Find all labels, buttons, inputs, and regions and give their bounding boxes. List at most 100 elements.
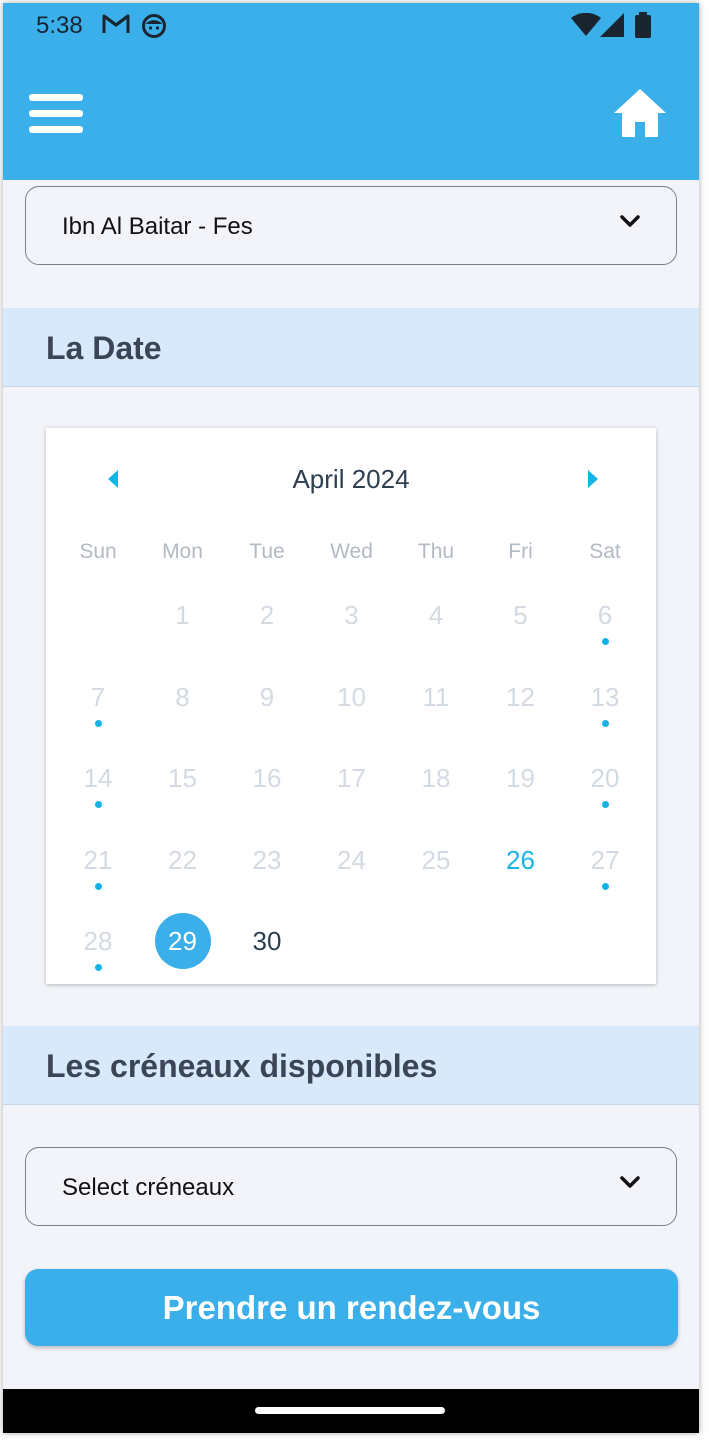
battery-icon xyxy=(635,12,651,43)
calendar-day-number: 27 xyxy=(590,844,620,875)
calendar-day-number: 15 xyxy=(168,763,197,793)
calendar-day-9: 9 xyxy=(225,662,309,732)
calendar-day-number: 24 xyxy=(337,844,366,875)
calendar-day-number: 7 xyxy=(90,681,106,712)
wifi-icon xyxy=(571,12,601,42)
weekday-label: Sun xyxy=(79,540,117,563)
calendar-day-26[interactable]: 26 xyxy=(479,825,563,895)
slots-section-header: Les créneaux disponibles xyxy=(3,1026,699,1105)
book-appointment-button[interactable]: Prendre un rendez-vous xyxy=(25,1269,678,1346)
date-section-title: La Date xyxy=(46,330,162,366)
calendar-day-14: 14 xyxy=(56,743,140,813)
slots-section-title: Les créneaux disponibles xyxy=(46,1048,438,1084)
calendar-day-number: 26 xyxy=(506,844,535,875)
calendar-day-6: 6 xyxy=(563,580,647,650)
gmail-icon xyxy=(102,13,130,40)
system-nav-bar xyxy=(3,1389,699,1433)
calendar-day-number: 18 xyxy=(421,763,451,793)
chevron-down-icon xyxy=(620,215,640,234)
calendar-day-12: 12 xyxy=(479,662,563,732)
calendar-day-11: 11 xyxy=(394,662,478,732)
availability-dot xyxy=(95,882,102,890)
calendar-day-27: 27 xyxy=(563,825,647,895)
calendar-day-22: 22 xyxy=(141,825,225,895)
phone-screen: 5:38 Ibn Al Baitar - Fes La Date April 2… xyxy=(3,3,699,1433)
calendar-day-2: 2 xyxy=(225,580,309,650)
calendar-day-number: 10 xyxy=(337,681,366,712)
calendar-day-number: 4 xyxy=(428,600,444,630)
calendar-day-8: 8 xyxy=(141,662,225,732)
calendar-day-number: 11 xyxy=(422,681,450,712)
calendar-day-4: 4 xyxy=(394,580,478,650)
calendar-day-number: 5 xyxy=(513,600,528,630)
signal-icon xyxy=(600,13,624,42)
availability-dot xyxy=(602,719,609,727)
calendar-day-number: 2 xyxy=(259,600,275,630)
calendar-day-20: 20 xyxy=(563,743,647,813)
face-icon xyxy=(141,13,167,44)
calendar-day-number: 20 xyxy=(590,763,620,793)
calendar-day-number: 1 xyxy=(175,600,190,630)
slots-select-value: Select créneaux xyxy=(62,1174,235,1201)
calendar-day-number: 16 xyxy=(252,763,282,793)
weekday-label: Wed xyxy=(330,540,373,563)
calendar-day-28: 28 xyxy=(56,906,140,976)
calendar-day-29[interactable]: 29 xyxy=(141,906,225,976)
calendar-day-number: 6 xyxy=(597,600,613,630)
calendar-day-5: 5 xyxy=(479,580,563,650)
calendar-day-number: 8 xyxy=(175,681,190,712)
calendar-day-number: 19 xyxy=(506,763,535,793)
availability-dot xyxy=(602,882,609,890)
weekday-label: Thu xyxy=(417,540,455,563)
calendar-day-number: 12 xyxy=(506,681,535,712)
calendar-day-17: 17 xyxy=(310,743,394,813)
calendar-day-number: 28 xyxy=(83,926,113,956)
calendar-day-3: 3 xyxy=(310,580,394,650)
calendar-day-number: 3 xyxy=(344,600,359,630)
calendar-day-number: 22 xyxy=(168,844,197,875)
calendar-day-number: 30 xyxy=(252,926,282,956)
weekday-label: Sat xyxy=(589,540,621,563)
availability-dot xyxy=(602,638,609,645)
calendar-day-number: 25 xyxy=(421,844,451,875)
calendar-day-16: 16 xyxy=(225,743,309,813)
date-section-header: La Date xyxy=(3,308,699,387)
home-icon[interactable] xyxy=(612,87,668,139)
hamburger-menu-icon[interactable] xyxy=(29,94,85,134)
calendar-day-number: 9 xyxy=(259,681,275,712)
calendar-day-10: 10 xyxy=(310,662,394,732)
calendar-day-number: 14 xyxy=(83,763,113,793)
calendar-day-25: 25 xyxy=(394,825,478,895)
calendar-day-24: 24 xyxy=(310,825,394,895)
calendar-day-1: 1 xyxy=(141,580,225,650)
calendar-day-number: 21 xyxy=(83,844,113,875)
calendar-day-13: 13 xyxy=(563,662,647,732)
calendar-day-30[interactable]: 30 xyxy=(225,906,309,976)
availability-dot xyxy=(95,719,102,727)
availability-dot xyxy=(95,964,102,971)
weekday-label: Mon xyxy=(162,540,203,563)
calendar-day-number: 17 xyxy=(337,763,366,793)
calendar-day-7: 7 xyxy=(56,662,140,732)
status-bar: 5:38 xyxy=(3,3,699,47)
weekday-label: Fri xyxy=(508,540,533,563)
calendar-day-number: 13 xyxy=(590,681,620,712)
center-select-value: Ibn Al Baitar - Fes xyxy=(62,213,253,240)
calendar: April 2024 Sun Mon Tue Wed Thu Fri Sat 1234567… xyxy=(46,428,656,984)
home-gesture-handle[interactable] xyxy=(255,1407,445,1414)
calendar-day-number: 23 xyxy=(252,844,282,875)
calendar-month-label: April 2024 xyxy=(292,464,410,494)
availability-dot xyxy=(95,801,102,808)
chevron-down-icon xyxy=(620,1176,640,1195)
calendar-day-21: 21 xyxy=(56,825,140,895)
availability-dot xyxy=(602,801,609,808)
slots-select[interactable]: Select créneaux xyxy=(25,1147,677,1226)
calendar-day-18: 18 xyxy=(394,743,478,813)
calendar-day-23: 23 xyxy=(225,825,309,895)
calendar-next-month-icon[interactable] xyxy=(582,468,602,490)
center-select[interactable]: Ibn Al Baitar - Fes xyxy=(25,186,677,265)
calendar-day-15: 15 xyxy=(141,743,225,813)
app-bar: 5:38 xyxy=(3,3,699,180)
calendar-day-number: 29 xyxy=(168,926,197,956)
weekday-label: Tue xyxy=(249,540,285,563)
